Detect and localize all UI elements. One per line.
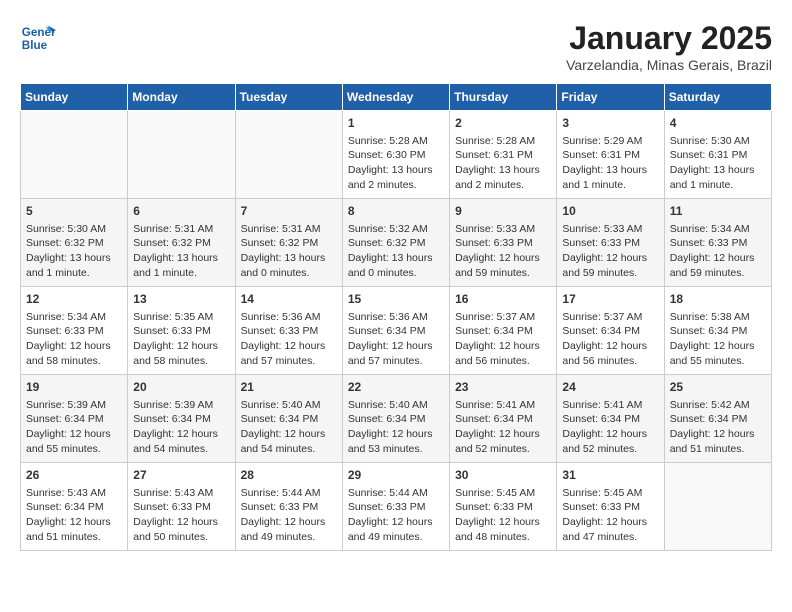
day-number: 11 (670, 203, 766, 220)
calendar-body: 1Sunrise: 5:28 AMSunset: 6:30 PMDaylight… (21, 111, 772, 551)
calendar-cell: 15Sunrise: 5:36 AMSunset: 6:34 PMDayligh… (342, 287, 449, 375)
calendar-cell: 28Sunrise: 5:44 AMSunset: 6:33 PMDayligh… (235, 463, 342, 551)
calendar-cell: 17Sunrise: 5:37 AMSunset: 6:34 PMDayligh… (557, 287, 664, 375)
calendar-cell: 11Sunrise: 5:34 AMSunset: 6:33 PMDayligh… (664, 199, 771, 287)
calendar-cell: 29Sunrise: 5:44 AMSunset: 6:33 PMDayligh… (342, 463, 449, 551)
day-header-wednesday: Wednesday (342, 84, 449, 111)
day-number: 10 (562, 203, 658, 220)
calendar-cell: 14Sunrise: 5:36 AMSunset: 6:33 PMDayligh… (235, 287, 342, 375)
calendar-cell (664, 463, 771, 551)
day-number: 8 (348, 203, 444, 220)
calendar-cell: 8Sunrise: 5:32 AMSunset: 6:32 PMDaylight… (342, 199, 449, 287)
day-number: 1 (348, 115, 444, 132)
day-number: 25 (670, 379, 766, 396)
calendar-cell: 5Sunrise: 5:30 AMSunset: 6:32 PMDaylight… (21, 199, 128, 287)
day-number: 20 (133, 379, 229, 396)
calendar-cell: 27Sunrise: 5:43 AMSunset: 6:33 PMDayligh… (128, 463, 235, 551)
day-number: 12 (26, 291, 122, 308)
day-number: 23 (455, 379, 551, 396)
calendar-cell: 19Sunrise: 5:39 AMSunset: 6:34 PMDayligh… (21, 375, 128, 463)
calendar-week-5: 26Sunrise: 5:43 AMSunset: 6:34 PMDayligh… (21, 463, 772, 551)
day-number: 16 (455, 291, 551, 308)
day-number: 26 (26, 467, 122, 484)
calendar-cell: 1Sunrise: 5:28 AMSunset: 6:30 PMDaylight… (342, 111, 449, 199)
calendar-cell: 13Sunrise: 5:35 AMSunset: 6:33 PMDayligh… (128, 287, 235, 375)
calendar-cell: 30Sunrise: 5:45 AMSunset: 6:33 PMDayligh… (450, 463, 557, 551)
calendar-cell (235, 111, 342, 199)
calendar-cell: 23Sunrise: 5:41 AMSunset: 6:34 PMDayligh… (450, 375, 557, 463)
calendar-week-2: 5Sunrise: 5:30 AMSunset: 6:32 PMDaylight… (21, 199, 772, 287)
day-number: 4 (670, 115, 766, 132)
day-number: 19 (26, 379, 122, 396)
calendar-week-1: 1Sunrise: 5:28 AMSunset: 6:30 PMDaylight… (21, 111, 772, 199)
calendar-week-3: 12Sunrise: 5:34 AMSunset: 6:33 PMDayligh… (21, 287, 772, 375)
calendar-header-row: SundayMondayTuesdayWednesdayThursdayFrid… (21, 84, 772, 111)
calendar-cell: 3Sunrise: 5:29 AMSunset: 6:31 PMDaylight… (557, 111, 664, 199)
calendar-cell: 31Sunrise: 5:45 AMSunset: 6:33 PMDayligh… (557, 463, 664, 551)
calendar-cell: 18Sunrise: 5:38 AMSunset: 6:34 PMDayligh… (664, 287, 771, 375)
day-header-sunday: Sunday (21, 84, 128, 111)
calendar-cell: 2Sunrise: 5:28 AMSunset: 6:31 PMDaylight… (450, 111, 557, 199)
calendar-cell: 12Sunrise: 5:34 AMSunset: 6:33 PMDayligh… (21, 287, 128, 375)
calendar-cell: 24Sunrise: 5:41 AMSunset: 6:34 PMDayligh… (557, 375, 664, 463)
day-number: 7 (241, 203, 337, 220)
day-number: 31 (562, 467, 658, 484)
day-number: 22 (348, 379, 444, 396)
day-number: 9 (455, 203, 551, 220)
calendar-cell: 10Sunrise: 5:33 AMSunset: 6:33 PMDayligh… (557, 199, 664, 287)
day-number: 15 (348, 291, 444, 308)
day-number: 18 (670, 291, 766, 308)
day-number: 28 (241, 467, 337, 484)
calendar-cell: 9Sunrise: 5:33 AMSunset: 6:33 PMDaylight… (450, 199, 557, 287)
day-number: 2 (455, 115, 551, 132)
day-header-monday: Monday (128, 84, 235, 111)
calendar-week-4: 19Sunrise: 5:39 AMSunset: 6:34 PMDayligh… (21, 375, 772, 463)
logo: General Blue (20, 20, 56, 56)
title-block: January 2025 Varzelandia, Minas Gerais, … (566, 20, 772, 73)
day-header-saturday: Saturday (664, 84, 771, 111)
day-number: 6 (133, 203, 229, 220)
calendar-table: SundayMondayTuesdayWednesdayThursdayFrid… (20, 83, 772, 551)
day-number: 21 (241, 379, 337, 396)
calendar-cell: 26Sunrise: 5:43 AMSunset: 6:34 PMDayligh… (21, 463, 128, 551)
day-number: 27 (133, 467, 229, 484)
calendar-cell: 4Sunrise: 5:30 AMSunset: 6:31 PMDaylight… (664, 111, 771, 199)
calendar-cell (128, 111, 235, 199)
calendar-cell (21, 111, 128, 199)
calendar-cell: 16Sunrise: 5:37 AMSunset: 6:34 PMDayligh… (450, 287, 557, 375)
day-number: 5 (26, 203, 122, 220)
day-number: 13 (133, 291, 229, 308)
calendar-cell: 7Sunrise: 5:31 AMSunset: 6:32 PMDaylight… (235, 199, 342, 287)
day-header-thursday: Thursday (450, 84, 557, 111)
page-header: General Blue January 2025 Varzelandia, M… (20, 20, 772, 73)
calendar-cell: 22Sunrise: 5:40 AMSunset: 6:34 PMDayligh… (342, 375, 449, 463)
day-number: 29 (348, 467, 444, 484)
day-header-friday: Friday (557, 84, 664, 111)
calendar-cell: 25Sunrise: 5:42 AMSunset: 6:34 PMDayligh… (664, 375, 771, 463)
day-header-tuesday: Tuesday (235, 84, 342, 111)
calendar-cell: 20Sunrise: 5:39 AMSunset: 6:34 PMDayligh… (128, 375, 235, 463)
calendar-cell: 6Sunrise: 5:31 AMSunset: 6:32 PMDaylight… (128, 199, 235, 287)
day-number: 30 (455, 467, 551, 484)
calendar-cell: 21Sunrise: 5:40 AMSunset: 6:34 PMDayligh… (235, 375, 342, 463)
day-number: 24 (562, 379, 658, 396)
page-title: January 2025 (566, 20, 772, 57)
svg-text:Blue: Blue (22, 39, 48, 52)
day-number: 17 (562, 291, 658, 308)
day-number: 3 (562, 115, 658, 132)
day-number: 14 (241, 291, 337, 308)
page-subtitle: Varzelandia, Minas Gerais, Brazil (566, 57, 772, 73)
